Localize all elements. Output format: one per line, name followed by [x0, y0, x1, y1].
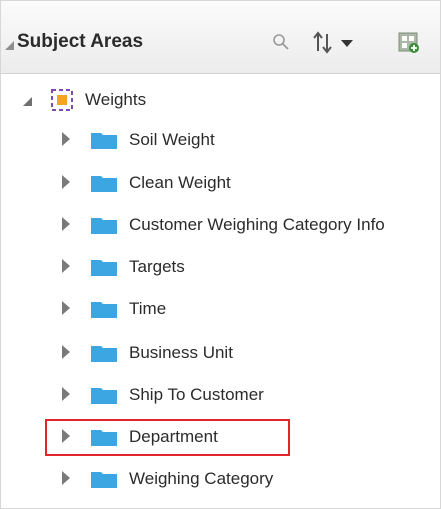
folder-icon — [90, 130, 118, 150]
folder-icon — [90, 299, 118, 319]
tree-folder-customer-weighing-category-info[interactable]: Customer Weighing Category Info — [1, 206, 440, 242]
subject-areas-panel: Subject Areas Weights Soil Weight Clean … — [0, 0, 441, 509]
folder-icon — [90, 343, 118, 363]
panel-title: Subject Areas — [17, 31, 144, 52]
search-icon[interactable] — [271, 31, 293, 55]
tree-folder-weighing-category[interactable]: Weighing Category — [1, 460, 440, 496]
folder-icon — [90, 215, 118, 235]
folder-label: Soil Weight — [129, 130, 215, 149]
tree-folder-business-unit[interactable]: Business Unit — [1, 334, 440, 370]
tree-folder-targets[interactable]: Targets — [1, 248, 440, 284]
expand-triangle-icon[interactable] — [23, 97, 32, 106]
expand-arrow-icon[interactable] — [62, 259, 70, 273]
folder-label: Clean Weight — [129, 173, 231, 192]
tree-folder-soil-weight[interactable]: Soil Weight — [1, 121, 440, 157]
expand-arrow-icon[interactable] — [62, 387, 70, 401]
expand-arrow-icon[interactable] — [62, 471, 70, 485]
tree-folder-ship-to-customer[interactable]: Ship To Customer — [1, 376, 440, 412]
chevron-down-icon — [341, 40, 353, 47]
expand-arrow-icon[interactable] — [62, 345, 70, 359]
department-highlight-box — [45, 419, 290, 456]
collapse-triangle-icon[interactable] — [5, 41, 14, 50]
folder-icon — [90, 173, 118, 193]
folder-label: Time — [129, 299, 167, 318]
sort-icon — [313, 31, 332, 54]
tree-folder-clean-weight[interactable]: Clean Weight — [1, 164, 440, 200]
folder-label: Ship To Customer — [129, 385, 264, 404]
sort-button[interactable] — [313, 31, 357, 55]
tree-folder-time[interactable]: Time — [1, 290, 440, 326]
folder-label: Business Unit — [129, 343, 233, 362]
tree-node-weights[interactable]: Weights — [1, 81, 440, 117]
folder-label: Targets — [129, 257, 185, 276]
expand-arrow-icon[interactable] — [62, 132, 70, 146]
folder-icon — [90, 469, 118, 489]
folder-label: Customer Weighing Category Info — [129, 215, 385, 234]
subject-area-icon — [51, 89, 73, 111]
add-subject-area-icon[interactable] — [397, 31, 421, 55]
expand-arrow-icon[interactable] — [62, 175, 70, 189]
expand-arrow-icon[interactable] — [62, 217, 70, 231]
tree-node-label: Weights — [85, 90, 147, 109]
folder-icon — [90, 385, 118, 405]
folder-icon — [90, 257, 118, 277]
panel-header: Subject Areas — [1, 1, 440, 74]
expand-arrow-icon[interactable] — [62, 301, 70, 315]
folder-label: Weighing Category — [129, 469, 274, 488]
